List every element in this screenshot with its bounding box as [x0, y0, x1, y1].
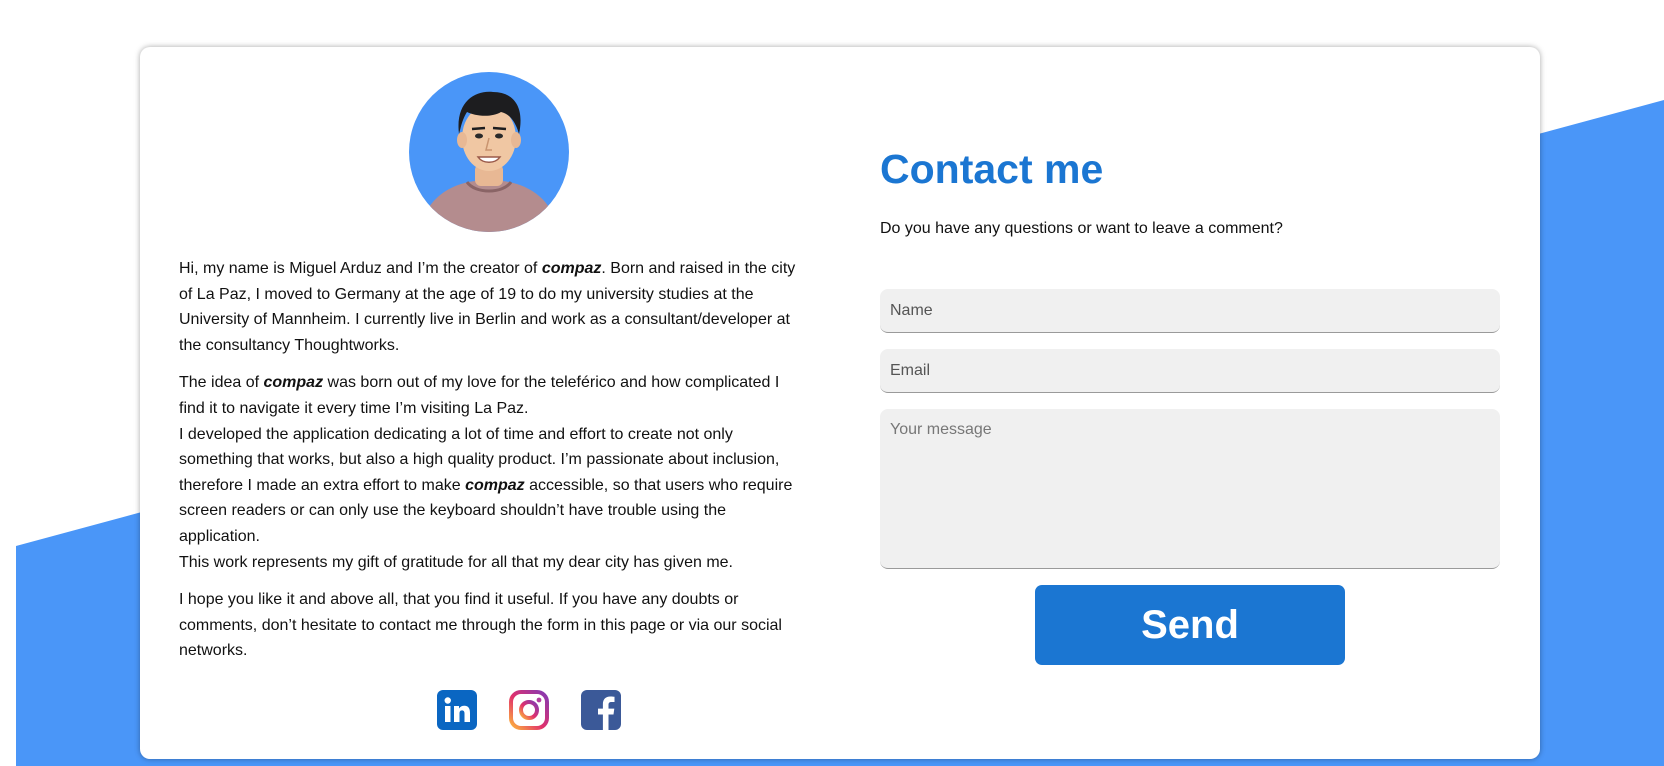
contact-subtitle: Do you have any questions or want to lea… [880, 220, 1283, 237]
email-field[interactable] [880, 349, 1500, 393]
linkedin-icon[interactable] [437, 690, 477, 730]
name-field[interactable] [880, 289, 1500, 333]
instagram-icon[interactable] [509, 690, 549, 730]
linkedin-link[interactable] [437, 690, 477, 730]
brand-name: compaz [465, 476, 525, 494]
bio-text: Hi, my name is Miguel Arduz and I’m the … [179, 256, 799, 664]
avatar [409, 72, 569, 232]
bio-paragraph-2: The idea of compaz was born out of my lo… [179, 374, 780, 417]
bio-paragraph-3: I developed the application dedicating a… [179, 425, 793, 545]
brand-name: compaz [541, 260, 602, 277]
bio-paragraph-4: This work represents my gift of gratitud… [179, 553, 733, 571]
instagram-link[interactable] [509, 690, 549, 730]
facebook-icon[interactable] [581, 690, 621, 730]
contact-title: Contact me [880, 146, 1104, 192]
bio-paragraph-5: I hope you like it and above all, that y… [179, 591, 782, 660]
social-links [437, 690, 621, 730]
message-field[interactable] [880, 409, 1500, 569]
about-card: Hi, my name is Miguel Arduz and I’m the … [140, 47, 1540, 759]
bio-paragraph-1: Hi, my name is Miguel Arduz and I’m the … [179, 260, 796, 354]
send-button[interactable]: Send [1035, 585, 1345, 665]
avatar-illustration [419, 91, 559, 232]
facebook-link[interactable] [581, 690, 621, 730]
brand-name: compaz [263, 374, 324, 392]
